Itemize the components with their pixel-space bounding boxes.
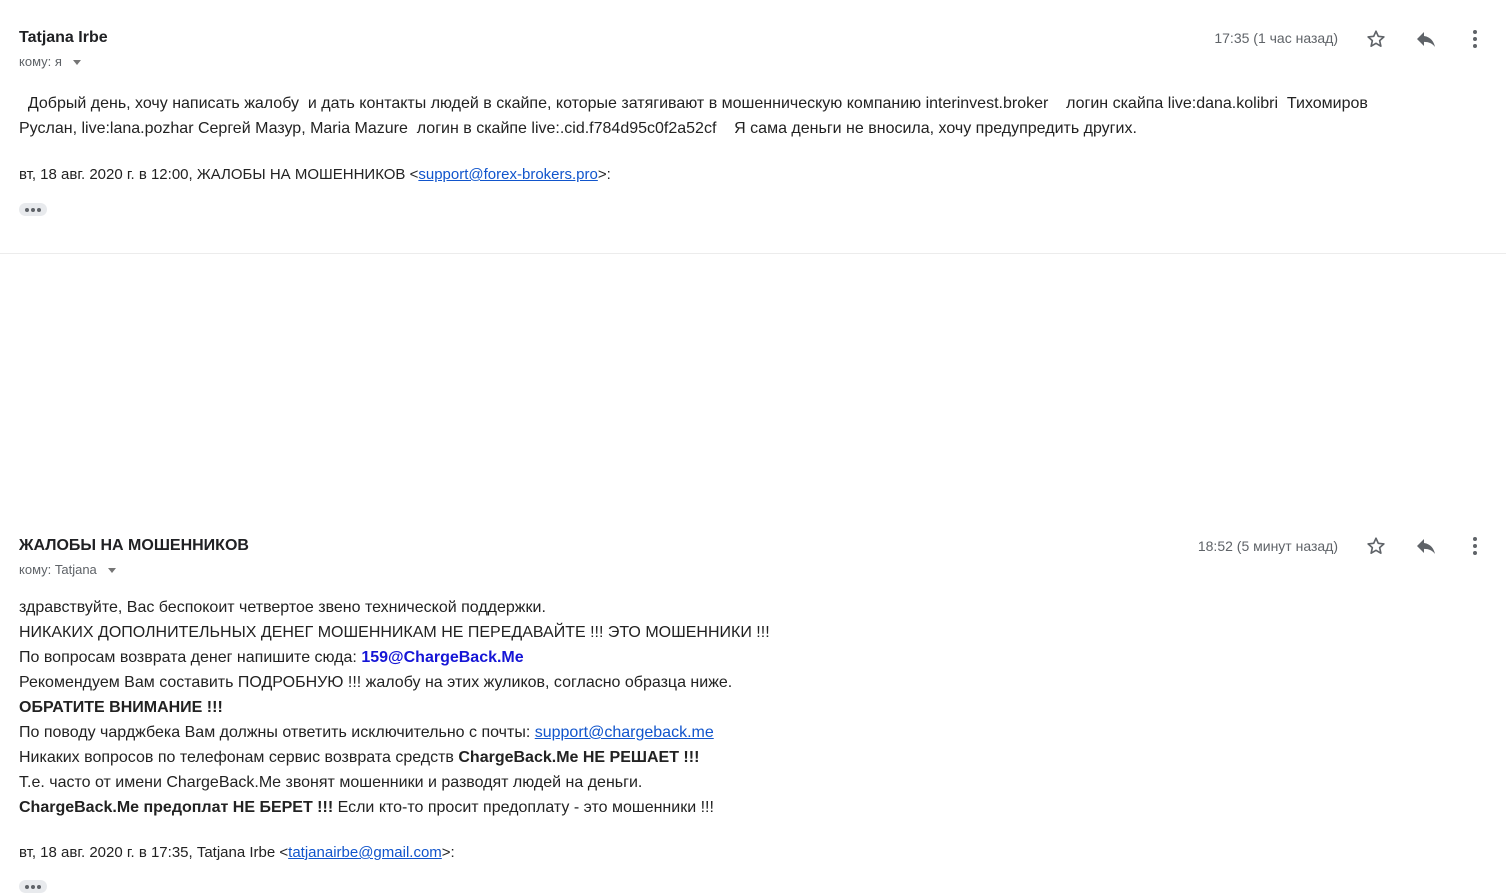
show-trimmed-content-button[interactable] <box>19 203 47 216</box>
message-body: Добрый день, хочу написать жалобу и дать… <box>19 91 1459 141</box>
more-vertical-icon[interactable] <box>1463 534 1487 558</box>
quote-header: вт, 18 авг. 2020 г. в 12:00, ЖАЛОБЫ НА М… <box>19 166 611 183</box>
body-line: По вопросам возврата денег напишите сюда… <box>19 645 1459 670</box>
recipient-label: кому: я <box>19 54 62 69</box>
caret-down-icon[interactable] <box>72 60 81 65</box>
body-line-bold: ОБРАТИТЕ ВНИМАНИЕ !!! <box>19 699 223 716</box>
message-time: 17:35 (1 час назад) <box>1214 30 1338 46</box>
email-message: ЖАЛОБЫ НА МОШЕННИКОВ кому: Tatjana 18:52… <box>0 254 1506 893</box>
quote-suffix: >: <box>441 844 455 861</box>
message-body: здравствуйте, Вас беспокоит четвертое зв… <box>19 595 1459 820</box>
body-line: здравствуйте, Вас беспокоит четвертое зв… <box>19 599 546 616</box>
body-line: ChargeBack.Me предоплат НЕ БЕРЕТ !!! Есл… <box>19 795 1459 820</box>
quote-prefix: вт, 18 авг. 2020 г. в 17:35, Tatjana Irb… <box>19 844 289 861</box>
body-line: Рекомендуем Вам составить ПОДРОБНУЮ !!! … <box>19 674 733 691</box>
body-text-bold: ChargeBack.Me НЕ РЕШАЕТ !!! <box>458 749 700 766</box>
quote-email-link[interactable]: support@forex-brokers.pro <box>418 166 597 183</box>
quote-email-link[interactable]: tatjanairbe@gmail.com <box>288 844 442 861</box>
star-icon[interactable] <box>1364 534 1388 558</box>
email-message: Tatjana Irbe кому: я 17:35 (1 час назад)… <box>0 0 1506 254</box>
quote-suffix: >: <box>597 166 611 183</box>
reply-icon[interactable] <box>1414 27 1438 51</box>
body-text: По поводу чарджбека Вам должны ответить … <box>19 724 535 741</box>
body-line: Никаких вопросов по телефонам сервис воз… <box>19 745 1459 770</box>
body-line: Добрый день, хочу написать жалобу и дать… <box>19 95 1368 112</box>
body-line: Руслан, live:lana.pozhar Сергей Мазур, M… <box>19 120 1137 137</box>
recipient-label: кому: Tatjana <box>19 562 97 577</box>
quote-prefix: вт, 18 авг. 2020 г. в 12:00, ЖАЛОБЫ НА М… <box>19 166 419 183</box>
recipient-line[interactable]: кому: я <box>19 54 81 69</box>
body-text-bold: ChargeBack.Me предоплат НЕ БЕРЕТ !!! <box>19 799 334 816</box>
message-time: 18:52 (5 минут назад) <box>1197 538 1338 554</box>
dot <box>31 207 35 212</box>
dot <box>31 884 35 889</box>
sender-name[interactable]: Tatjana Irbe <box>19 29 108 47</box>
quote-header: вт, 18 авг. 2020 г. в 17:35, Tatjana Irb… <box>19 844 455 861</box>
dot <box>25 207 29 212</box>
reply-icon[interactable] <box>1414 534 1438 558</box>
show-trimmed-content-button[interactable] <box>19 880 47 893</box>
caret-down-icon[interactable] <box>107 568 116 573</box>
more-vertical-icon[interactable] <box>1463 27 1487 51</box>
support-email-link[interactable]: support@chargeback.me <box>535 724 714 741</box>
body-text: Никаких вопросов по телефонам сервис воз… <box>19 749 459 766</box>
body-line: Т.е. часто от имени ChargeBack.Me звонят… <box>19 774 643 791</box>
sender-name[interactable]: ЖАЛОБЫ НА МОШЕННИКОВ <box>19 537 249 555</box>
dot <box>37 207 41 212</box>
body-line: По поводу чарджбека Вам должны ответить … <box>19 720 1459 745</box>
recipient-line[interactable]: кому: Tatjana <box>19 562 116 577</box>
star-icon[interactable] <box>1364 27 1388 51</box>
body-text: Если кто-то просит предоплату - это моше… <box>333 799 714 816</box>
body-line: НИКАКИХ ДОПОЛНИТЕЛЬНЫХ ДЕНЕГ МОШЕННИКАМ … <box>19 624 770 641</box>
dot <box>25 884 29 889</box>
dot <box>37 884 41 889</box>
